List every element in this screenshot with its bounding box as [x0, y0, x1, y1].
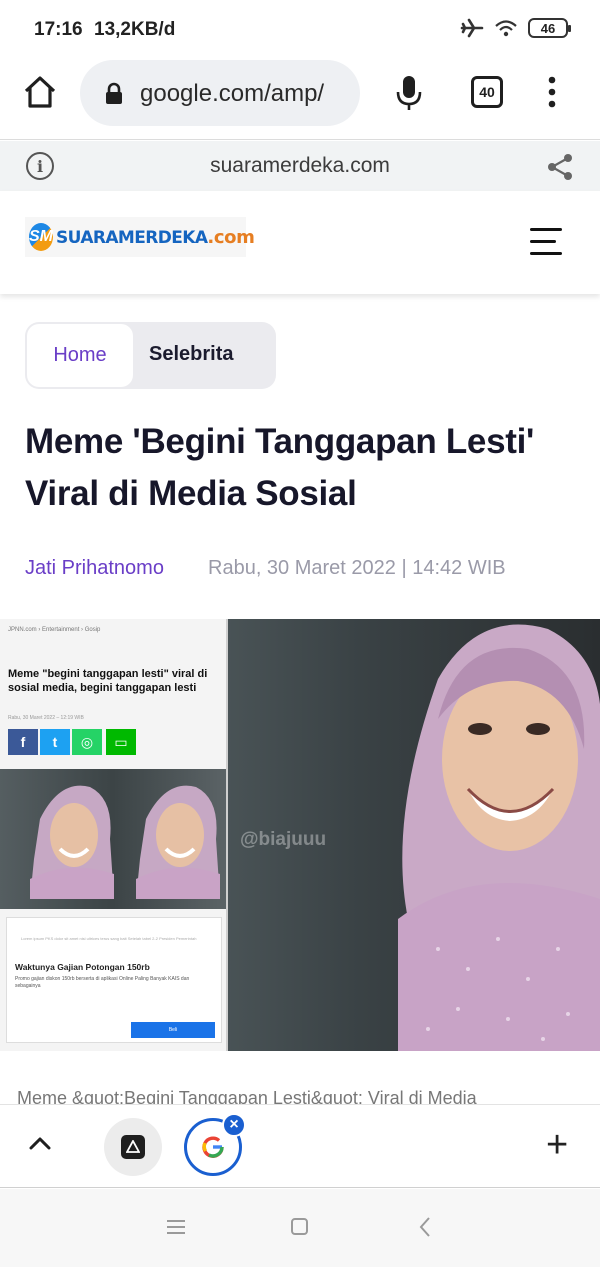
embedded-title: Meme "begini tanggapan lesti" viral di s…: [8, 668, 208, 694]
amp-domain[interactable]: suaramerdeka.com: [0, 154, 600, 178]
hamburger-icon[interactable]: [530, 228, 562, 256]
tab-thumbnail-1[interactable]: [104, 1118, 162, 1176]
bottom-tab-strip: × +: [0, 1104, 600, 1188]
nav-back-icon[interactable]: [418, 1216, 432, 1238]
overflow-menu-icon[interactable]: [542, 74, 562, 110]
embedded-article-screenshot: JPNN.com › Entertainment › Gosip Meme "b…: [0, 619, 228, 1051]
article-author[interactable]: Jati Prihatnomo: [25, 557, 164, 580]
embedded-ad-button: Beli: [131, 1022, 215, 1038]
lock-icon: [106, 82, 122, 104]
google-icon: [202, 1136, 224, 1158]
embedded-ad-blurb: Lorem ipsum PKS dolor sit amet nisi ultr…: [21, 936, 197, 941]
embedded-ad-body: Promo gajian diskon 150rb berserta di ap…: [15, 976, 190, 989]
battery-indicator: 46: [528, 18, 571, 38]
site-logo[interactable]: SM SUARAMERDEKA.com: [25, 217, 255, 257]
tabs-icon[interactable]: 40: [471, 76, 503, 108]
portrait-figure: [398, 624, 600, 1051]
close-icon[interactable]: ×: [222, 1113, 246, 1137]
image-watermark: @biajuuu: [240, 829, 327, 850]
article-image: @biajuuu JPNN.com › Entertainment › Gosi…: [0, 619, 600, 1051]
status-icons: 46: [460, 17, 571, 39]
logo-mark: SM: [29, 223, 53, 251]
embedded-ad: Lorem ipsum PKS dolor sit amet nisi ultr…: [6, 917, 222, 1043]
airplane-icon: [460, 18, 484, 38]
status-time: 17:16: [34, 19, 83, 40]
nav-menu-icon[interactable]: [167, 1219, 185, 1235]
home-icon[interactable]: [22, 74, 58, 110]
facebook-icon: f: [8, 729, 38, 755]
share-icon[interactable]: [546, 153, 574, 181]
embedded-ad-title: Waktunya Gajian Potongan 150rb: [15, 962, 150, 972]
embedded-share-buttons: f t ◎ ▭: [8, 729, 136, 755]
mini-portrait-right: [136, 785, 220, 899]
site-header: SM SUARAMERDEKA.com: [0, 191, 600, 294]
twitter-icon: t: [40, 729, 70, 755]
chevron-up-icon[interactable]: [28, 1135, 52, 1151]
article-date: Rabu, 30 Maret 2022 | 14:42 WIB: [208, 557, 506, 579]
embedded-breadcrumb: JPNN.com › Entertainment › Gosip: [8, 627, 101, 633]
wifi-icon: [495, 20, 517, 37]
status-bar: 17:16 13,2KB/d 46: [0, 0, 600, 58]
logo-brand-name: SUARAMERDEKA: [56, 227, 208, 248]
mini-portrait-left: [30, 785, 114, 899]
plus-icon[interactable]: +: [546, 1125, 568, 1165]
breadcrumb-home[interactable]: Home: [27, 324, 133, 387]
browser-toolbar: google.com/amp/ 40: [0, 58, 600, 140]
status-network-speed: 13,2KB/d: [94, 19, 176, 40]
amp-info-bar: i suaramerdeka.com: [0, 141, 600, 191]
mic-icon[interactable]: [394, 74, 424, 112]
whatsapp-icon: ◎: [72, 729, 102, 755]
line-icon: ▭: [106, 729, 136, 755]
nav-home-icon[interactable]: [291, 1218, 308, 1235]
embedded-photo: [0, 769, 226, 909]
embedded-meta: Rabu, 30 Maret 2022 – 12:19 WIB: [8, 715, 84, 721]
article-title: Meme 'Begini Tanggapan Lesti' Viral di M…: [25, 422, 535, 513]
system-nav-bar: [0, 1189, 600, 1267]
url-text: google.com/amp/: [140, 80, 325, 107]
app-tab-icon: [121, 1135, 145, 1159]
address-bar[interactable]: google.com/amp/: [80, 60, 360, 126]
logo-tld: .com: [207, 226, 255, 248]
breadcrumb: Home Selebrita: [25, 322, 276, 389]
logo-brand: SUARAMERDEKA.com: [56, 226, 255, 248]
breadcrumb-current[interactable]: Selebrita: [149, 343, 233, 366]
